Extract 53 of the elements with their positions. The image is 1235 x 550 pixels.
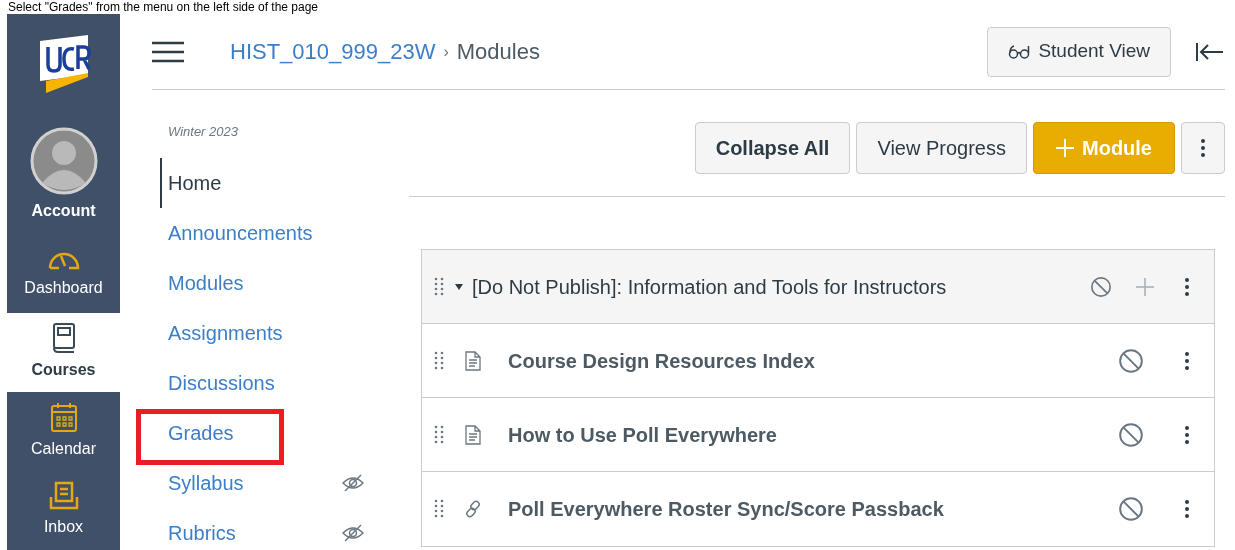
course-nav-link[interactable]: Syllabus	[162, 467, 244, 498]
course-nav-link[interactable]: Modules	[162, 267, 244, 298]
unpublished-icon[interactable]	[1118, 421, 1144, 448]
unpublished-icon[interactable]	[1118, 347, 1144, 374]
more-options-icon[interactable]	[1200, 138, 1206, 158]
caret-icon[interactable]	[454, 282, 464, 291]
document-icon	[465, 350, 481, 371]
module-item[interactable]: Course Design Resources Index	[422, 324, 1214, 398]
module-item-title: Course Design Resources Index	[508, 348, 815, 374]
menu-icon[interactable]	[152, 40, 184, 63]
term-label: Winter 2023	[167, 123, 239, 141]
module-item[interactable]: Poll Everywhere Roster Sync/Score Passback	[422, 472, 1214, 546]
collapse-icon[interactable]	[1195, 41, 1225, 62]
breadcrumb-separator: ›	[443, 41, 449, 62]
view-progress-button[interactable]: View Progress	[856, 122, 1027, 174]
module-item-title: How to Use Poll Everywhere	[508, 422, 777, 448]
avatar-icon	[29, 127, 98, 196]
inbox-icon	[47, 481, 80, 512]
student-view-button[interactable]: Student View	[987, 26, 1171, 77]
global-nav-item[interactable]: Courses	[7, 312, 120, 392]
document-icon	[465, 424, 481, 445]
breadcrumb-link[interactable]: HIST_010_999_23W	[230, 35, 436, 68]
more-options-icon[interactable]	[1184, 424, 1190, 445]
more-options-icon[interactable]	[1184, 499, 1190, 519]
chain-link-icon	[463, 499, 483, 519]
module-item[interactable]: How to Use Poll Everywhere	[422, 398, 1214, 472]
unpublished-icon[interactable]	[1090, 275, 1112, 298]
more-options-icon[interactable]	[1184, 350, 1190, 371]
course-nav-link[interactable]: Home	[162, 167, 222, 198]
course-nav-link[interactable]: Rubrics	[162, 517, 236, 548]
course-nav-link[interactable]: Discussions	[162, 367, 275, 398]
glasses-icon	[1008, 44, 1031, 59]
drag-handle-icon[interactable]	[434, 350, 444, 371]
caption: Select "Grades" from the menu on the left side of the page	[7, 0, 320, 14]
course-nav-link[interactable]: Announcements	[162, 217, 313, 248]
module-item-title: Poll Everywhere Roster Sync/Score Passback	[508, 497, 944, 522]
breadcrumb-current: Modules	[456, 38, 540, 66]
drag-handle-icon[interactable]	[434, 424, 444, 445]
course-nav-link[interactable]: Grades	[162, 417, 234, 448]
module-header[interactable]: [Do Not Publish]: Information and Tools for Instructors	[422, 250, 1214, 324]
global-nav-item[interactable]: Inbox	[7, 470, 120, 550]
plus-icon	[1056, 139, 1074, 157]
more-options-icon[interactable]	[1184, 276, 1190, 297]
unpublished-icon[interactable]	[1118, 496, 1144, 522]
calendar-icon	[48, 401, 79, 434]
drag-handle-icon[interactable]	[434, 276, 444, 297]
global-nav-item[interactable]: Account	[7, 116, 120, 234]
collapse-all-button[interactable]: Collapse All	[694, 122, 851, 174]
global-nav-item[interactable]: Dashboard	[7, 233, 120, 313]
module-title: [Do Not Publish]: Information and Tools for Instructors	[472, 274, 947, 300]
course-nav-link[interactable]: Assignments	[162, 317, 283, 348]
drag-handle-icon[interactable]	[434, 499, 444, 519]
global-nav-item[interactable]: Calendar	[7, 391, 120, 471]
